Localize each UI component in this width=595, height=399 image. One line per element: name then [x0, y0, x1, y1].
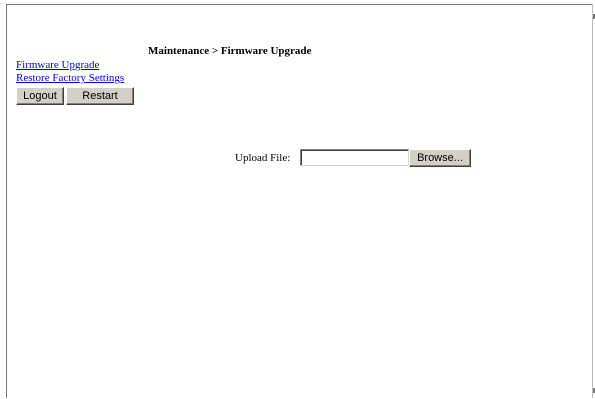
restart-button[interactable]: Restart [66, 87, 134, 105]
nav-link-restore-factory-settings[interactable]: Restore Factory Settings [16, 72, 124, 84]
upload-file-label: Upload File: [235, 152, 291, 164]
nav-link-firmware-upgrade[interactable]: Firmware Upgrade [16, 59, 99, 71]
upload-file-input[interactable] [300, 149, 409, 166]
logout-button[interactable]: Logout [16, 87, 64, 105]
page-title: Maintenance > Firmware Upgrade [148, 45, 312, 57]
browse-button[interactable]: Browse... [409, 149, 471, 167]
